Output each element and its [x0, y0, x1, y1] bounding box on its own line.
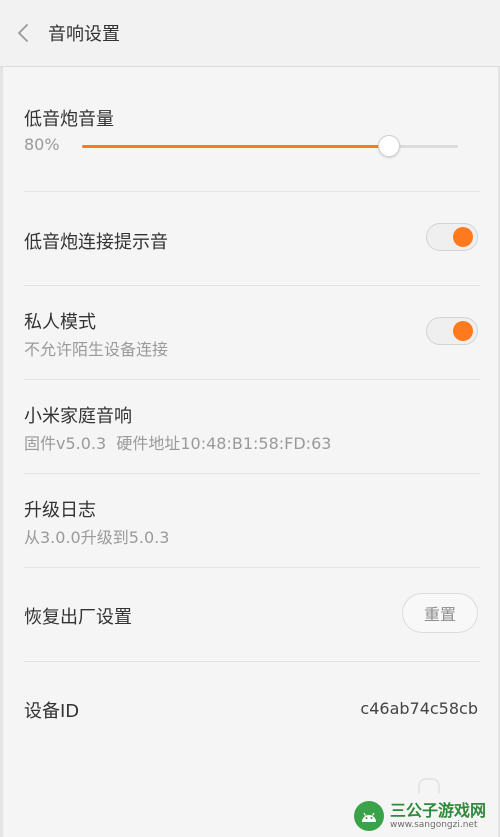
home-speaker-firmware-info: 固件v5.0.3 硬件地址10:48:B1:58:FD:63 — [24, 434, 332, 453]
settings-list: 低音炮音量 80% 低音炮连接提示音 私人模式 不允许陌生设备连接 小米家庭音响… — [0, 67, 500, 837]
subwoofer-connect-sound-row[interactable]: 低音炮连接提示音 — [0, 192, 500, 285]
toggle-knob — [453, 321, 473, 341]
subwoofer-volume-value: 80% — [24, 135, 60, 154]
subwoofer-volume-title: 低音炮音量 — [24, 109, 114, 130]
device-id-row: 设备ID c46ab74c58cb — [0, 662, 500, 755]
site-watermark: 三公子游戏网 www.sangongzi.net — [353, 800, 486, 831]
factory-reset-row: 恢复出厂设置 重置 — [0, 568, 500, 661]
private-mode-title: 私人模式 — [24, 312, 96, 333]
chevron-left-icon — [18, 24, 28, 42]
private-mode-row[interactable]: 私人模式 不允许陌生设备连接 — [0, 286, 500, 379]
subwoofer-connect-sound-title: 低音炮连接提示音 — [24, 232, 168, 253]
watermark-url: www.sangongzi.net — [389, 819, 478, 830]
android-logo-icon — [353, 801, 384, 831]
faint-headphone-icon — [418, 778, 440, 794]
subwoofer-volume-row: 低音炮音量 80% — [0, 67, 500, 191]
toggle-knob — [453, 227, 473, 247]
volume-slider-thumb[interactable] — [378, 135, 400, 157]
title-bar: 音响设置 — [0, 0, 500, 67]
page-title: 音响设置 — [48, 24, 120, 45]
back-button[interactable] — [0, 0, 46, 66]
reset-button[interactable]: 重置 — [402, 593, 478, 633]
subwoofer-connect-sound-toggle[interactable] — [426, 223, 478, 251]
device-id-value: c46ab74c58cb — [360, 699, 478, 718]
volume-slider[interactable] — [82, 135, 458, 157]
watermark-title: 三公子游戏网 — [389, 800, 486, 820]
volume-slider-fill — [82, 145, 388, 148]
upgrade-log-title: 升级日志 — [24, 500, 96, 521]
factory-reset-title: 恢复出厂设置 — [24, 607, 132, 628]
private-mode-subtitle: 不允许陌生设备连接 — [24, 340, 169, 359]
home-speaker-row[interactable]: 小米家庭音响 固件v5.0.3 硬件地址10:48:B1:58:FD:63 — [0, 380, 500, 473]
upgrade-log-row[interactable]: 升级日志 从3.0.0升级到5.0.3 — [0, 474, 500, 567]
upgrade-log-subtitle: 从3.0.0升级到5.0.3 — [24, 528, 170, 547]
private-mode-toggle[interactable] — [426, 317, 478, 345]
device-id-title: 设备ID — [24, 701, 80, 722]
home-speaker-title: 小米家庭音响 — [24, 406, 132, 427]
